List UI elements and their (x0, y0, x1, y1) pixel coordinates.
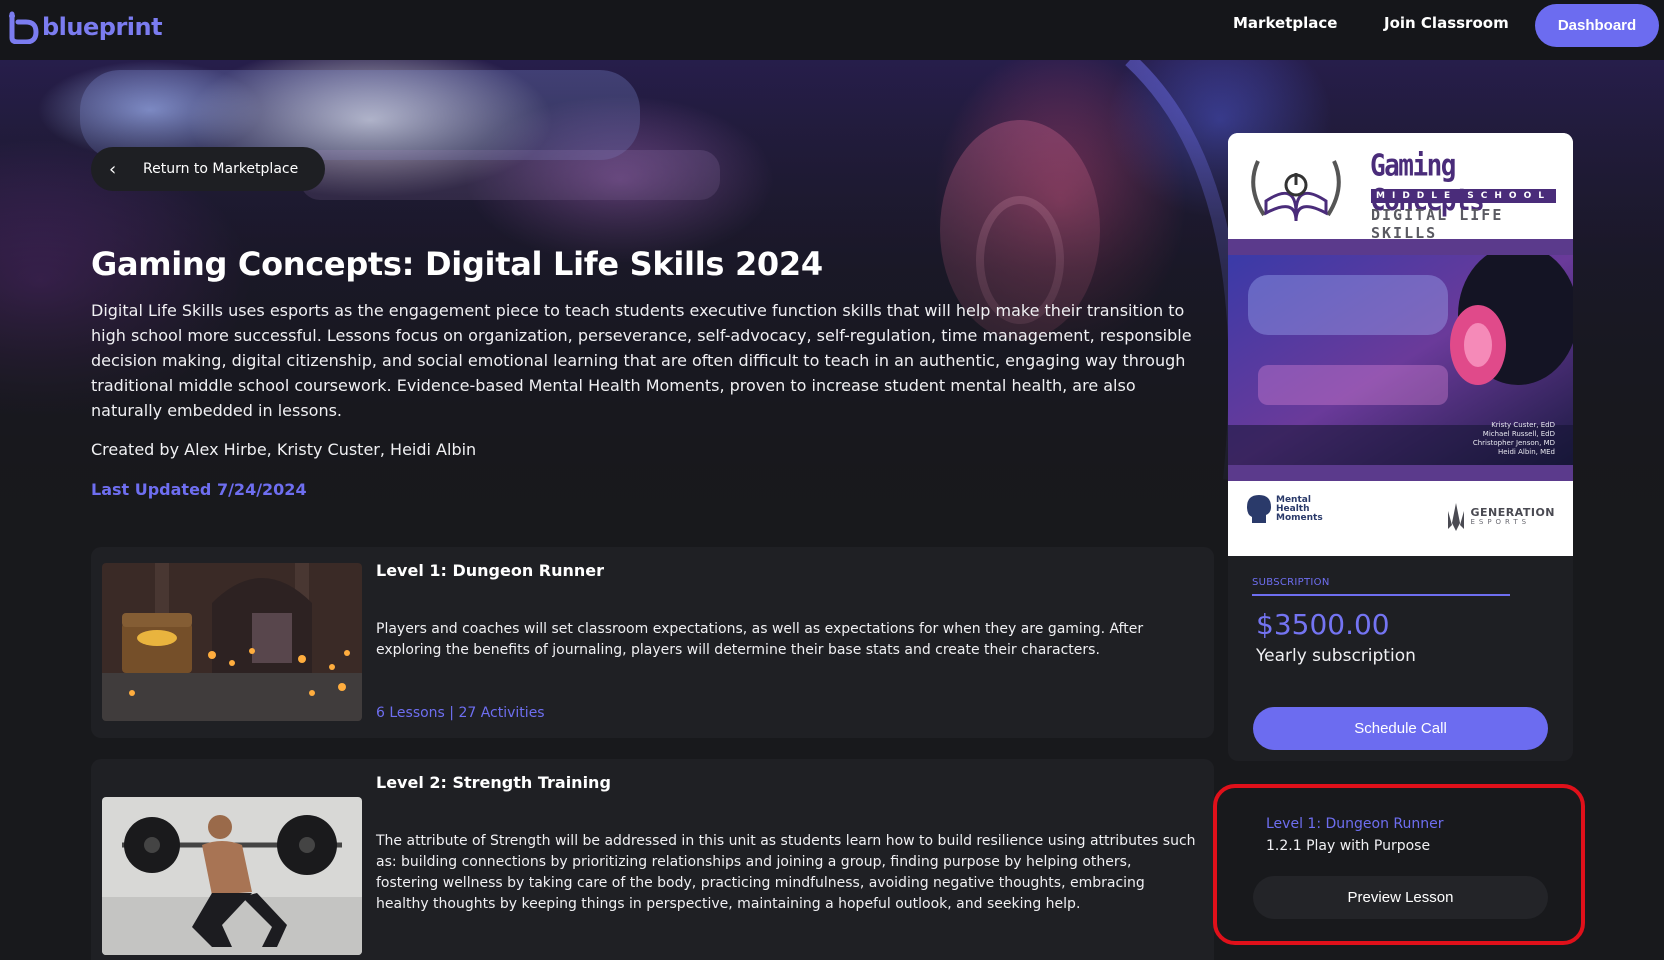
nav-join-classroom-link[interactable]: Join Classroom (1384, 14, 1509, 32)
cover-subtitle: MIDDLE SCHOOL (1371, 189, 1556, 203)
top-nav: blueprint Marketplace Join Classroom Das… (0, 0, 1664, 60)
level-2-thumbnail (102, 797, 362, 955)
cover-author: Christopher Jenson, MD (1472, 439, 1555, 447)
cover-author: Kristy Custer, EdD (1491, 421, 1555, 429)
mental-health-moments-logo: Mental Health Moments (1246, 493, 1323, 525)
level-description: The attribute of Strength will be addres… (376, 833, 1196, 912)
subscription-period: Yearly subscription (1256, 646, 1416, 666)
subscription-price: $3500.00 (1256, 608, 1390, 641)
level-card[interactable]: Level 1: Dungeon Runner Players and coac… (91, 547, 1214, 738)
preview-lesson-panel: Level 1: Dungeon Runner 1.2.1 Play with … (1228, 788, 1573, 948)
cover-band (1228, 239, 1573, 255)
level-1-thumbnail (102, 563, 362, 721)
blueprint-logo[interactable]: blueprint (6, 10, 163, 44)
preview-level-name: Level 1: Dungeon Runner (1266, 816, 1444, 832)
brand-name: blueprint (42, 13, 163, 41)
level-description: Players and coaches will set classroom e… (376, 621, 1144, 658)
subscription-tab-underline (1252, 594, 1510, 596)
cover-author: Michael Russell, EdD (1482, 430, 1555, 438)
subscription-panel: SUBSCRIPTION $3500.00 Yearly subscriptio… (1228, 556, 1573, 761)
cover-header: Gaming Concepts MIDDLE SCHOOL DIGITAL LI… (1228, 133, 1573, 242)
blueprint-logo-icon (9, 11, 39, 44)
generation-esports-icon (1448, 503, 1465, 531)
return-to-marketplace-button[interactable]: ‹ Return to Marketplace (91, 147, 325, 191)
cover-tagline: DIGITAL LIFE SKILLS (1371, 206, 1504, 242)
level-lesson-count: 6 Lessons | 27 Activities (376, 705, 545, 721)
book-laurel-icon (1251, 160, 1341, 222)
partner-subtext: ESPORTS (1470, 518, 1531, 526)
level-title: Level 1: Dungeon Runner (376, 561, 605, 580)
head-icon (1247, 495, 1271, 523)
partner-text: Moments (1276, 512, 1323, 523)
return-to-marketplace-label: Return to Marketplace (143, 161, 299, 177)
level-card[interactable]: Level 2: Strength Training The attribute… (91, 759, 1214, 960)
cover-authors: Kristy Custer, EdD Michael Russell, EdD … (1473, 421, 1555, 457)
created-by: Created by Alex Hirbe, Kristy Custer, He… (91, 440, 477, 459)
preview-lesson-button[interactable]: Preview Lesson (1253, 876, 1548, 919)
chevron-left-icon: ‹ (109, 158, 117, 180)
course-cover-image: Gaming Concepts MIDDLE SCHOOL DIGITAL LI… (1228, 133, 1573, 556)
generation-esports-logo: GENERATION ESPORTS (1446, 503, 1555, 531)
cover-author: Heidi Albin, MEd (1497, 448, 1555, 456)
course-description: Digital Life Skills uses esports as the … (91, 301, 1192, 420)
preview-lesson-name: 1.2.1 Play with Purpose (1266, 838, 1431, 854)
dashboard-button[interactable]: Dashboard (1535, 4, 1659, 47)
schedule-call-button[interactable]: Schedule Call (1253, 707, 1548, 750)
cover-band (1228, 465, 1573, 481)
nav-marketplace-link[interactable]: Marketplace (1233, 14, 1337, 32)
page-title: Gaming Concepts: Digital Life Skills 202… (91, 245, 823, 283)
last-updated: Last Updated 7/24/2024 (91, 480, 307, 499)
level-title: Level 2: Strength Training (376, 773, 611, 792)
partner-text: GENERATION (1470, 506, 1555, 519)
subscription-tab[interactable]: SUBSCRIPTION (1252, 577, 1330, 588)
